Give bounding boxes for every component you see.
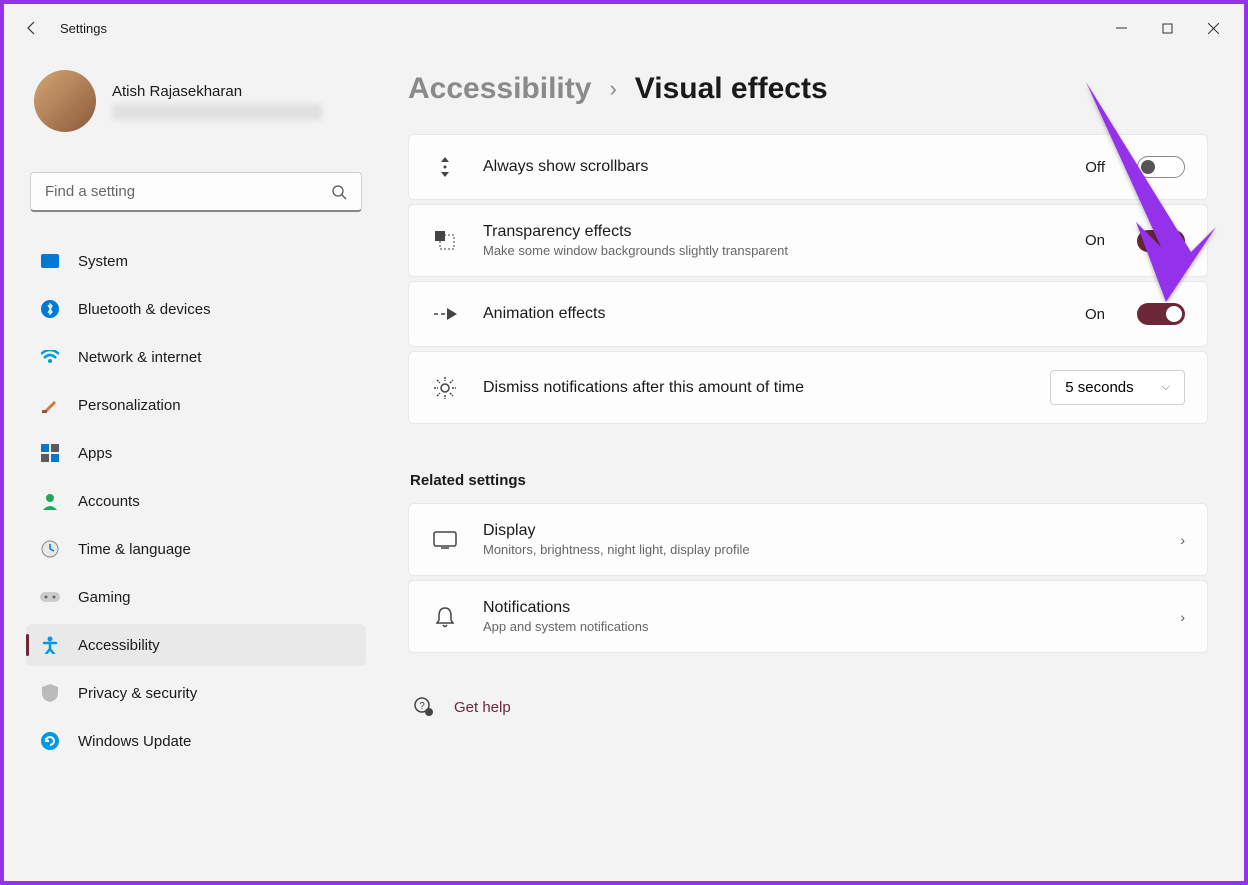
related-heading: Related settings	[410, 472, 1208, 489]
titlebar: Settings	[4, 4, 1244, 52]
arrow-left-icon	[24, 20, 40, 36]
accessibility-icon	[40, 635, 60, 655]
sidebar-item-network[interactable]: Network & internet	[26, 336, 366, 378]
sidebar-item-update[interactable]: Windows Update	[26, 720, 366, 762]
help-label: Get help	[454, 699, 511, 716]
link-subtitle: App and system notifications	[483, 619, 1156, 634]
related-notifications[interactable]: Notifications App and system notificatio…	[408, 580, 1208, 653]
chevron-down-icon: ⌵	[1162, 381, 1170, 394]
nav-label: Bluetooth & devices	[78, 301, 211, 318]
setting-title: Always show scrollbars	[483, 158, 1061, 176]
help-icon: ?	[414, 697, 434, 717]
setting-transparency: Transparency effects Make some window ba…	[408, 204, 1208, 277]
gaming-icon	[40, 587, 60, 607]
sidebar-item-apps[interactable]: Apps	[26, 432, 366, 474]
bluetooth-icon	[40, 299, 60, 319]
chevron-right-icon: ›	[1180, 609, 1185, 625]
svg-text:?: ?	[419, 701, 425, 712]
scrollbars-toggle[interactable]	[1137, 156, 1185, 178]
dropdown-value: 5 seconds	[1065, 379, 1133, 396]
toggle-state: On	[1085, 232, 1105, 249]
link-subtitle: Monitors, brightness, night light, displ…	[483, 542, 1156, 557]
avatar	[34, 70, 96, 132]
close-button[interactable]	[1190, 12, 1236, 44]
accounts-icon	[40, 491, 60, 511]
window-controls	[1098, 12, 1236, 44]
setting-title: Transparency effects	[483, 223, 1061, 241]
page-title: Visual effects	[635, 72, 828, 106]
nav-label: System	[78, 253, 128, 270]
nav-label: Personalization	[78, 397, 181, 414]
toggle-state: On	[1085, 306, 1105, 323]
sidebar-item-time[interactable]: Time & language	[26, 528, 366, 570]
display-icon	[431, 526, 459, 554]
minimize-button[interactable]	[1098, 12, 1144, 44]
update-icon	[40, 731, 60, 751]
chevron-right-icon: ›	[1180, 532, 1185, 548]
sidebar-item-gaming[interactable]: Gaming	[26, 576, 366, 618]
toggle-state: Off	[1085, 159, 1105, 176]
bell-icon	[431, 603, 459, 631]
brush-icon	[40, 395, 60, 415]
nav-label: Privacy & security	[78, 685, 197, 702]
related-display[interactable]: Display Monitors, brightness, night ligh…	[408, 503, 1208, 576]
nav-label: Apps	[78, 445, 112, 462]
setting-title: Dismiss notifications after this amount …	[483, 379, 1026, 397]
user-profile[interactable]: Atish Rajasekharan	[26, 52, 366, 142]
setting-title: Animation effects	[483, 305, 1061, 323]
chevron-right-icon: ›	[609, 76, 616, 102]
setting-animation: Animation effects On	[408, 281, 1208, 347]
animation-toggle[interactable]	[1137, 303, 1185, 325]
shield-icon	[40, 683, 60, 703]
scrollbars-icon	[431, 153, 459, 181]
dismiss-dropdown[interactable]: 5 seconds ⌵	[1050, 370, 1185, 405]
user-email-blurred	[112, 104, 322, 120]
sidebar-item-accessibility[interactable]: Accessibility	[26, 624, 366, 666]
sidebar-item-bluetooth[interactable]: Bluetooth & devices	[26, 288, 366, 330]
apps-icon	[40, 443, 60, 463]
nav-label: Network & internet	[78, 349, 201, 366]
search-input[interactable]	[45, 183, 331, 200]
nav-label: Time & language	[78, 541, 191, 558]
main-content: Accessibility › Visual effects Always sh…	[384, 52, 1244, 881]
nav-label: Accessibility	[78, 637, 160, 654]
transparency-toggle[interactable]	[1137, 230, 1185, 252]
sidebar-item-privacy[interactable]: Privacy & security	[26, 672, 366, 714]
nav-label: Accounts	[78, 493, 140, 510]
clock-icon	[40, 539, 60, 559]
search-box[interactable]	[30, 172, 362, 212]
nav-label: Gaming	[78, 589, 131, 606]
maximize-button[interactable]	[1144, 12, 1190, 44]
nav-label: Windows Update	[78, 733, 191, 750]
setting-subtitle: Make some window backgrounds slightly tr…	[483, 243, 1061, 258]
setting-scrollbars: Always show scrollbars Off	[408, 134, 1208, 200]
sidebar-item-system[interactable]: System	[26, 240, 366, 282]
user-name: Atish Rajasekharan	[112, 83, 322, 100]
nav-list: System Bluetooth & devices Network & int…	[26, 240, 366, 768]
back-button[interactable]	[12, 8, 52, 48]
transparency-icon	[431, 227, 459, 255]
link-title: Display	[483, 522, 1156, 540]
sidebar: Atish Rajasekharan System Bluetooth & de…	[4, 52, 384, 881]
setting-dismiss-notifications: Dismiss notifications after this amount …	[408, 351, 1208, 424]
sidebar-item-accounts[interactable]: Accounts	[26, 480, 366, 522]
brightness-icon	[431, 374, 459, 402]
animation-icon	[431, 300, 459, 328]
breadcrumb: Accessibility › Visual effects	[408, 72, 1208, 106]
breadcrumb-parent[interactable]: Accessibility	[408, 72, 591, 106]
get-help-link[interactable]: ? Get help	[408, 697, 1208, 717]
system-icon	[40, 251, 60, 271]
wifi-icon	[40, 347, 60, 367]
sidebar-item-personalization[interactable]: Personalization	[26, 384, 366, 426]
search-icon	[331, 184, 347, 200]
app-title: Settings	[60, 21, 107, 36]
link-title: Notifications	[483, 599, 1156, 617]
